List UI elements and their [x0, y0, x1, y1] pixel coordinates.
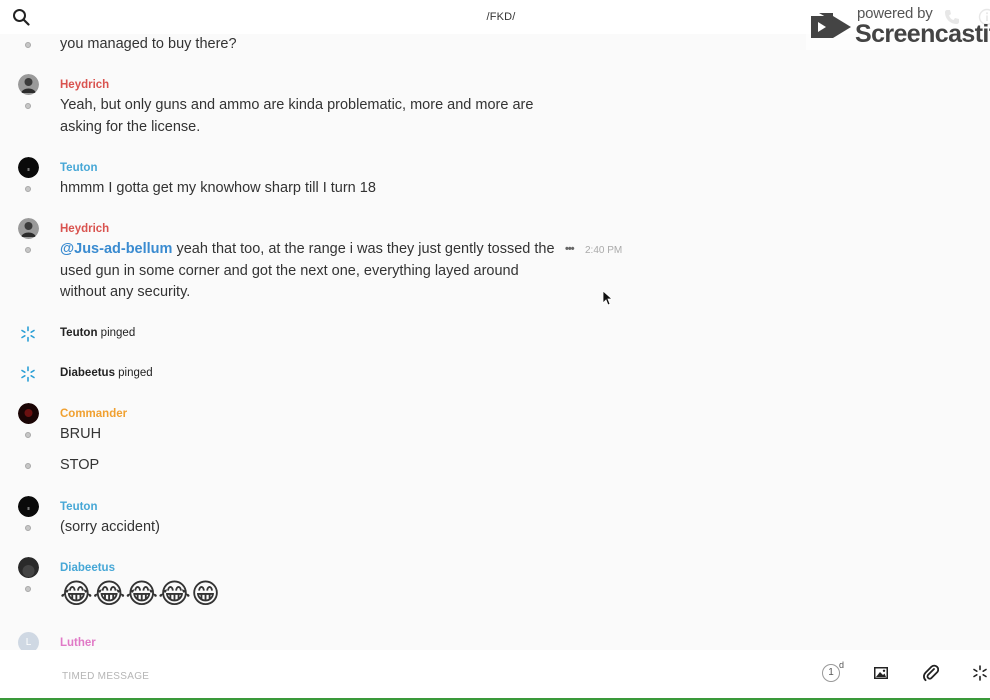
author-name[interactable]: Commander: [60, 408, 127, 420]
avatar[interactable]: L: [18, 632, 39, 650]
message-timestamp: 2:40 PM: [585, 245, 623, 256]
avatar[interactable]: [18, 218, 39, 239]
status-dot: [25, 525, 31, 531]
ping-action: pinged: [97, 327, 136, 339]
message-text: @Jus-ad-bellum yeah that too, at the ran…: [60, 239, 555, 304]
author-name[interactable]: Heydrich: [60, 79, 109, 91]
timed-message-input[interactable]: [60, 666, 764, 686]
avatar[interactable]: [18, 496, 39, 517]
timer-icon: 1: [822, 664, 840, 682]
avatar[interactable]: [18, 403, 39, 424]
status-dot: [25, 432, 31, 438]
author-name[interactable]: Teuton: [60, 501, 97, 513]
ping-text: Diabeetus pinged: [60, 367, 153, 379]
message-list[interactable]: you managed to buy there? Heydrich Yeah,…: [0, 34, 990, 650]
mouse-cursor-icon: [602, 290, 612, 306]
ping-text: Teuton pinged: [60, 327, 135, 339]
message-text: you managed to buy there?: [60, 36, 237, 52]
message-text: BRUH: [60, 426, 102, 442]
ping-action: pinged: [114, 367, 153, 379]
author-name[interactable]: Diabeetus: [60, 562, 115, 574]
status-dot: [25, 463, 31, 469]
status-dot: [25, 42, 31, 48]
image-icon[interactable]: [873, 665, 889, 681]
message-text: Yeah, but only guns and ammo are kinda p…: [60, 97, 534, 135]
message-text: hmmm I gotta get my knowhow sharp till I…: [60, 180, 376, 196]
avatar[interactable]: [18, 557, 39, 578]
avatar[interactable]: [18, 74, 39, 95]
paperclip-icon[interactable]: [923, 664, 939, 682]
emoji-message: 😂😂😂😂😁: [60, 578, 221, 609]
ping-button-icon[interactable]: [972, 665, 988, 681]
ping-user[interactable]: Teuton: [60, 327, 97, 339]
message-text: (sorry accident): [60, 519, 160, 535]
author-name[interactable]: Teuton: [60, 162, 97, 174]
timer-button[interactable]: 1 d: [822, 660, 844, 684]
status-dot: [25, 186, 31, 192]
avatar[interactable]: [18, 157, 39, 178]
ping-icon: [21, 326, 35, 342]
message-text: STOP: [60, 457, 100, 473]
ping-user[interactable]: Diabeetus: [60, 367, 115, 379]
status-dot: [25, 103, 31, 109]
user-mention[interactable]: @Jus-ad-bellum: [60, 241, 172, 257]
ping-icon: [21, 366, 35, 382]
author-name[interactable]: Heydrich: [60, 223, 109, 235]
status-dot: [25, 247, 31, 253]
author-name[interactable]: Luther: [60, 637, 96, 649]
more-options-icon[interactable]: •••: [565, 243, 575, 255]
timer-unit: d: [839, 660, 845, 670]
status-dot: [25, 586, 31, 592]
